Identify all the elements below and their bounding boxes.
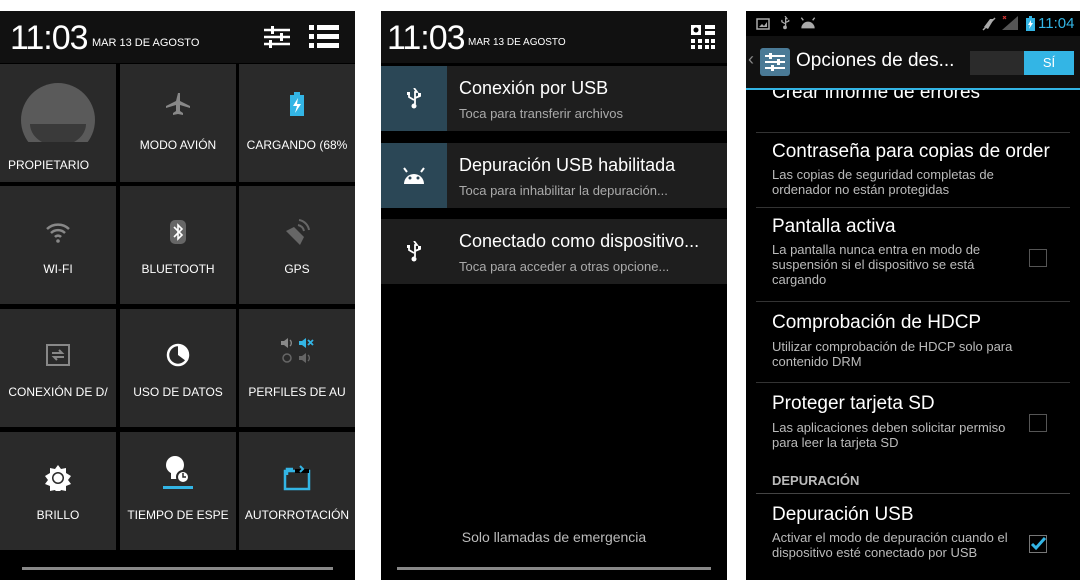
setting-stay-awake[interactable]: Pantalla activa La pantalla nunca entra … xyxy=(746,208,1080,298)
emergency-calls-label: Solo llamadas de emergencia xyxy=(461,529,647,545)
audio-profiles-icon xyxy=(239,337,355,365)
no-sound-icon xyxy=(982,17,996,31)
section-header-debugging: DEPURACIÓN xyxy=(772,473,860,488)
brightness-icon xyxy=(0,464,116,492)
tile-label: BLUETOOTH xyxy=(141,262,215,276)
screen-title: Opciones de des... xyxy=(796,50,955,71)
setting-description: La pantalla nunca entra en modo de suspe… xyxy=(772,242,981,287)
status-clock: 11:04 xyxy=(1038,15,1075,32)
tile-label: BRILLO xyxy=(36,508,80,522)
tile-label: MODO AVIÓN xyxy=(139,138,217,152)
tile-bluetooth[interactable]: BLUETOOTH xyxy=(120,186,236,304)
quick-settings-grid-icon[interactable] xyxy=(691,25,715,54)
setting-protect-sd[interactable]: Proteger tarjeta SD Las aplicaciones deb… xyxy=(746,383,1080,459)
tile-label: PROPIETARIO xyxy=(8,158,90,172)
notification-subtitle: Toca para acceder a otras opcione... xyxy=(459,259,670,274)
tile-audio-profiles[interactable]: PERFILES DE AU xyxy=(239,309,355,427)
screenshot-icon xyxy=(756,18,770,30)
notification-title: Conectado como dispositivo... xyxy=(459,231,700,251)
developer-options-screen: 11:04 ‹ Opciones de des... SÍ Crear info… xyxy=(746,11,1080,580)
drag-handle[interactable] xyxy=(22,567,333,570)
setting-description: Las aplicaciones deben solicitar permiso… xyxy=(772,420,1006,450)
setting-backup-password[interactable]: Contraseña para copias de order Las copi… xyxy=(746,133,1080,203)
tile-airplane-mode[interactable]: MODO AVIÓN xyxy=(120,64,236,182)
avatar-icon xyxy=(21,83,95,158)
notification-connected-device[interactable]: Conectado como dispositivo... Toca para … xyxy=(381,219,727,284)
tile-gps[interactable]: GPS xyxy=(239,186,355,304)
stay-awake-checkbox[interactable] xyxy=(1029,249,1047,267)
action-bar: ‹ Opciones de des... SÍ xyxy=(746,36,1080,90)
notification-header: 11:03 MAR 13 DE AGOSTO xyxy=(381,11,727,63)
date: MAR 13 DE AGOSTO xyxy=(468,37,566,48)
tile-label: TIEMPO DE ESPE xyxy=(127,508,229,522)
android-debug-icon xyxy=(800,17,816,29)
settings-app-icon[interactable] xyxy=(760,48,790,76)
developer-options-toggle[interactable]: SÍ xyxy=(970,51,1074,75)
tile-label: USO DE DATOS xyxy=(133,385,223,399)
setting-description: Utilizar comprobación de HDCP solo para … xyxy=(772,339,1013,369)
auto-rotate-icon xyxy=(239,464,355,492)
setting-title: Contraseña para copias de order xyxy=(772,141,1050,162)
drag-handle[interactable] xyxy=(397,567,711,570)
usb-debugging-checkbox[interactable] xyxy=(1029,535,1047,553)
notification-title: Conexión por USB xyxy=(459,78,609,98)
tile-tethering[interactable]: CONEXIÓN DE D/ xyxy=(0,309,116,427)
notification-subtitle: Toca para inhabilitar la depuración... xyxy=(459,183,668,198)
tile-battery[interactable]: CARGANDO (68% xyxy=(239,64,355,182)
android-debug-icon xyxy=(381,143,447,208)
notification-usb-debugging[interactable]: Depuración USB habilitada Toca para inha… xyxy=(381,143,727,208)
tile-label: AUTORROTACIÓN xyxy=(244,508,350,522)
airplane-icon xyxy=(120,90,236,118)
toggle-on-label: SÍ xyxy=(1024,51,1074,75)
tile-brightness[interactable]: BRILLO xyxy=(0,432,116,550)
tile-auto-rotate[interactable]: AUTORROTACIÓN xyxy=(239,432,355,550)
tile-wifi[interactable]: WI-FI xyxy=(0,186,116,304)
tile-owner[interactable]: PROPIETARIO xyxy=(0,64,116,182)
notification-title: Depuración USB habilitada xyxy=(459,155,676,175)
setting-usb-debugging[interactable]: Depuración USB Activar el modo de depura… xyxy=(746,494,1080,580)
tile-data-usage[interactable]: USO DE DATOS xyxy=(120,309,236,427)
signal-icon xyxy=(1002,16,1018,30)
setting-title: Proteger tarjeta SD xyxy=(772,393,935,414)
status-bar: 11:04 xyxy=(746,11,1080,36)
data-usage-icon xyxy=(120,341,236,369)
setting-title: Comprobación de HDCP xyxy=(772,312,982,333)
battery-charging-icon xyxy=(239,90,355,118)
clock: 11:03 xyxy=(10,19,89,57)
gps-icon xyxy=(239,218,355,246)
notification-subtitle: Toca para transferir archivos xyxy=(459,106,624,121)
protect-sd-checkbox[interactable] xyxy=(1029,414,1047,432)
bluetooth-icon xyxy=(120,218,236,246)
settings-sliders-icon[interactable] xyxy=(264,25,290,54)
setting-title: Crear informe de errores xyxy=(772,90,981,103)
tile-label: WI-FI xyxy=(43,262,73,276)
setting-description: Las copias de seguridad completas de ord… xyxy=(772,167,994,197)
tethering-icon xyxy=(0,341,116,369)
clock: 11:03 xyxy=(387,19,466,57)
setting-hdcp-check[interactable]: Comprobación de HDCP Utilizar comprobaci… xyxy=(746,302,1080,378)
setting-title: Pantalla activa xyxy=(772,216,896,237)
screen-timeout-icon xyxy=(120,456,236,489)
setting-title: Depuración USB xyxy=(772,504,914,525)
wifi-icon xyxy=(0,218,116,246)
setting-description: Activar el modo de depuración cuando el … xyxy=(772,530,1008,560)
usb-icon xyxy=(381,66,447,131)
notification-usb-connection[interactable]: Conexión por USB Toca para transferir ar… xyxy=(381,66,727,131)
notifications-list-icon[interactable] xyxy=(309,25,339,54)
quick-settings-header: 11:03 MAR 13 DE AGOSTO xyxy=(0,11,355,63)
tile-label: CONEXIÓN DE D/ xyxy=(8,385,108,399)
setting-bug-report[interactable]: Crear informe de errores xyxy=(746,90,1080,114)
tile-label: CARGANDO (68% xyxy=(246,138,348,152)
tile-label: GPS xyxy=(284,262,310,276)
tile-screen-timeout[interactable]: TIEMPO DE ESPE xyxy=(120,432,236,550)
checkmark-icon xyxy=(1030,536,1046,551)
usb-icon xyxy=(381,219,447,284)
usb-icon xyxy=(781,16,790,30)
notification-panel: 11:03 MAR 13 DE AGOSTO Conexión por USB … xyxy=(381,11,727,580)
back-chevron-icon[interactable]: ‹ xyxy=(748,49,754,70)
battery-charging-icon xyxy=(1026,16,1035,31)
date: MAR 13 DE AGOSTO xyxy=(92,37,200,49)
tile-label: PERFILES DE AU xyxy=(248,385,346,399)
quick-settings-panel: 11:03 MAR 13 DE AGOSTO PROPIETARIO MODO … xyxy=(0,11,355,580)
